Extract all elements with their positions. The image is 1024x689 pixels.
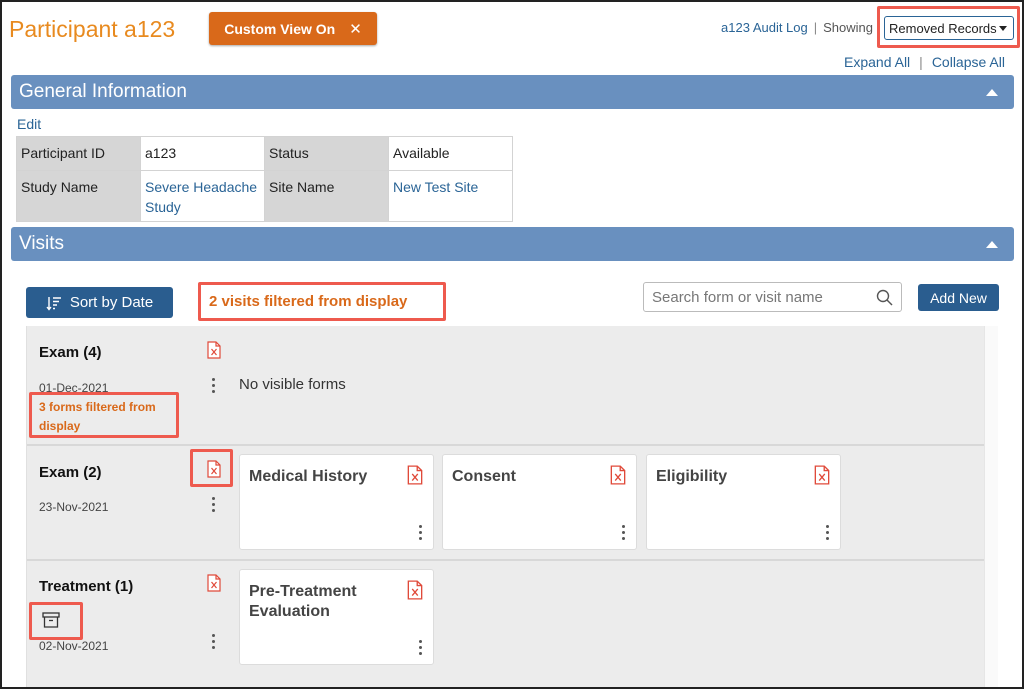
sort-by-date-button[interactable]: Sort by Date bbox=[26, 287, 173, 318]
visits-list: Exam (4) No visible forms 01-Dec-2021 3 … bbox=[26, 326, 985, 687]
edit-link[interactable]: Edit bbox=[17, 116, 41, 132]
site-name-label: Site Name bbox=[264, 170, 389, 222]
participant-id-label: Participant ID bbox=[16, 136, 141, 171]
visit-row-exam-2: Exam (2) 23-Nov-2021 Medical History Con… bbox=[27, 446, 985, 561]
showing-label: Showing bbox=[823, 20, 874, 35]
form-name: Medical History bbox=[249, 468, 368, 485]
custom-view-label: Custom View On bbox=[224, 20, 336, 37]
search-box bbox=[643, 282, 902, 312]
form-menu-icon[interactable] bbox=[826, 525, 830, 543]
sort-label: Sort by Date bbox=[69, 294, 154, 311]
page-title: Participant a123 bbox=[9, 16, 176, 42]
study-name-link[interactable]: Severe Headache Study bbox=[140, 170, 265, 222]
search-icon[interactable] bbox=[876, 289, 893, 306]
general-info-header[interactable]: General Information bbox=[11, 75, 1014, 109]
top-links: a123 Audit Log | Showing bbox=[721, 20, 873, 35]
form-name: Eligibility bbox=[656, 468, 728, 485]
section-title: General Information bbox=[19, 81, 187, 102]
pdf-export-icon[interactable] bbox=[814, 465, 830, 485]
pdf-export-icon[interactable] bbox=[207, 341, 221, 359]
sort-icon bbox=[46, 296, 61, 311]
visit-name: Exam (4) bbox=[39, 344, 102, 361]
add-new-button[interactable]: Add New bbox=[918, 284, 999, 311]
site-name-link[interactable]: New Test Site bbox=[388, 170, 513, 222]
audit-log-link[interactable]: a123 Audit Log bbox=[721, 20, 808, 35]
visit-row-treatment-1: Treatment (1) 02-Nov-2021 Pre-Treatment … bbox=[27, 561, 985, 687]
general-info-table: Participant ID a123 Status Available Stu… bbox=[16, 136, 513, 222]
participant-id-value: a123 bbox=[140, 136, 265, 171]
visit-menu-icon[interactable] bbox=[212, 497, 216, 515]
visit-name: Exam (2) bbox=[39, 464, 102, 481]
form-menu-icon[interactable] bbox=[419, 525, 423, 543]
visit-menu-icon[interactable] bbox=[212, 634, 216, 652]
expand-all-link[interactable]: Expand All bbox=[844, 54, 910, 70]
study-name-label: Study Name bbox=[16, 170, 141, 222]
form-name: Pre-Treatment Evaluation bbox=[249, 583, 357, 620]
table-row: Participant ID a123 Status Available bbox=[16, 136, 513, 171]
visits-scrollbar[interactable] bbox=[984, 326, 998, 687]
pdf-export-icon[interactable] bbox=[207, 574, 221, 592]
highlight-box-archive-icon bbox=[29, 602, 83, 640]
custom-view-button[interactable]: Custom View On ✕ bbox=[209, 12, 377, 45]
form-name: Consent bbox=[452, 468, 516, 485]
close-icon[interactable]: ✕ bbox=[349, 20, 362, 38]
chevron-up-icon[interactable] bbox=[986, 241, 998, 248]
table-row: Study Name Severe Headache Study Site Na… bbox=[16, 170, 513, 222]
no-visible-forms-text: No visible forms bbox=[239, 376, 346, 393]
visits-header[interactable]: Visits bbox=[11, 227, 1014, 261]
collapse-all-link[interactable]: Collapse All bbox=[932, 54, 1005, 70]
highlight-box-showing bbox=[877, 6, 1020, 48]
visit-date: 02-Nov-2021 bbox=[39, 639, 109, 653]
form-menu-icon[interactable] bbox=[622, 525, 626, 543]
pdf-export-icon[interactable] bbox=[407, 580, 423, 600]
form-card-pre-treatment-evaluation[interactable]: Pre-Treatment Evaluation bbox=[239, 569, 434, 665]
status-label: Status bbox=[264, 136, 389, 171]
form-menu-icon[interactable] bbox=[419, 640, 423, 658]
visit-date: 23-Nov-2021 bbox=[39, 500, 109, 514]
form-card-medical-history[interactable]: Medical History bbox=[239, 454, 434, 550]
separator: | bbox=[919, 54, 923, 70]
highlight-box-filter-note bbox=[198, 282, 446, 321]
form-card-consent[interactable]: Consent bbox=[442, 454, 637, 550]
visit-name: Treatment (1) bbox=[39, 578, 134, 595]
app-window: Participant a123 Custom View On ✕ a123 A… bbox=[0, 0, 1024, 689]
highlight-box-forms-filtered bbox=[29, 392, 179, 438]
form-card-eligibility[interactable]: Eligibility bbox=[646, 454, 841, 550]
section-title: Visits bbox=[19, 233, 65, 254]
search-input[interactable] bbox=[652, 288, 872, 306]
status-value: Available bbox=[388, 136, 513, 171]
chevron-up-icon[interactable] bbox=[986, 89, 998, 96]
separator: | bbox=[813, 20, 818, 35]
visit-menu-icon[interactable] bbox=[212, 378, 216, 396]
highlight-box-pdf-icon bbox=[190, 449, 233, 487]
expand-collapse-links: Expand All | Collapse All bbox=[844, 54, 1005, 70]
pdf-export-icon[interactable] bbox=[610, 465, 626, 485]
pdf-export-icon[interactable] bbox=[407, 465, 423, 485]
